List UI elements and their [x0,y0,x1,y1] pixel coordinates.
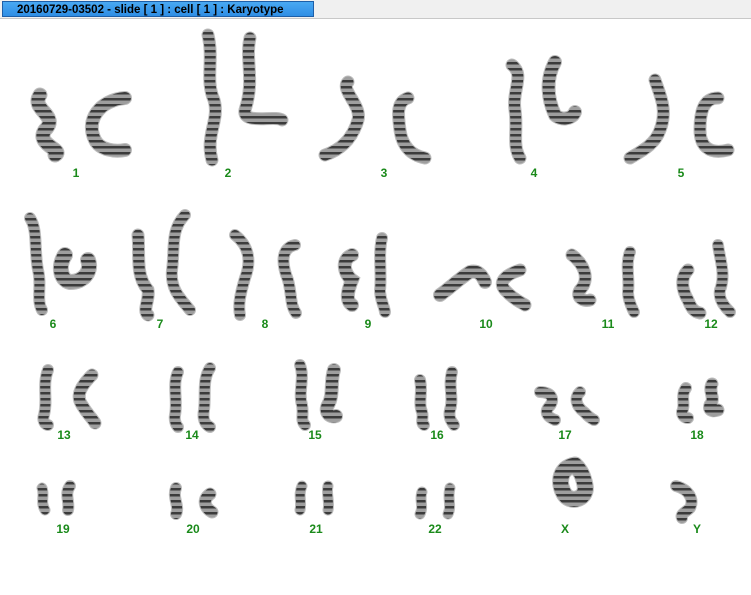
chromosome-label-6: 6 [49,317,57,331]
chromosome-14-homolog-1 [169,367,183,432]
chromosome-13 [37,364,102,431]
chromosome-label-11: 11 [601,317,615,331]
chromosome-label-7: 7 [156,317,164,331]
chromosome-label-1: 1 [72,166,80,180]
chromosome-label-4: 4 [530,166,538,180]
chromosome-21-homolog-2 [322,481,334,515]
chromosome-16-homolog-2 [444,367,459,430]
chromosome-label-17: 17 [558,428,572,442]
chromosome-21 [294,480,335,516]
chromosome-y-homolog-1 [671,481,697,523]
chromosome-label-12: 12 [704,317,718,331]
chromosome-1 [30,87,132,163]
chromosome-label-9: 9 [364,317,372,331]
chromosome-11-homolog-1 [566,249,596,306]
chromosome-10 [433,263,532,312]
chromosome-6-homolog-2 [53,248,96,290]
chromosome-5 [623,73,735,165]
chromosome-20 [168,482,219,520]
chromosome-9-homolog-1 [338,249,360,311]
chromosome-label-y: Y [692,522,702,536]
chromosome-16-homolog-1 [415,375,429,430]
chromosome-22-homolog-1 [415,487,427,519]
chromosome-19-homolog-2 [62,481,75,515]
chromosome-22-homolog-2 [443,483,455,519]
chromosome-6 [24,212,97,316]
chromosome-label-14: 14 [185,428,199,442]
chromosome-2 [201,28,289,167]
chromosome-8 [229,229,302,321]
chromosome-x [552,456,594,508]
chromosome-7 [131,209,196,322]
karyotype-window: 20160729-03502 - slide [ 1 ] : cell [ 1 … [0,0,751,595]
chromosome-5-homolog-1 [624,74,669,164]
chromosome-22 [414,482,456,520]
chromosome-11 [565,246,640,318]
chromosome-label-13: 13 [57,428,71,442]
chromosome-4-homolog-1 [506,59,526,164]
chromosome-5-homolog-2 [694,92,734,157]
chromosome-14 [168,362,216,433]
chromosome-15-homolog-1 [295,360,310,430]
chromosome-label-10: 10 [479,317,493,331]
chromosome-label-21: 21 [309,522,323,536]
chromosome-label-2: 2 [224,166,232,180]
chromosome-label-5: 5 [677,166,685,180]
chromosome-label-x: X [560,522,570,536]
chromosome-4-homolog-2 [542,56,581,125]
chromosome-label-3: 3 [380,166,388,180]
chromosome-9-homolog-2 [374,233,390,317]
window-title: 20160729-03502 - slide [ 1 ] : cell [ 1 … [17,4,284,16]
chromosome-label-22: 22 [428,522,442,536]
chromosome-x-homolog-1 [553,457,593,507]
chromosome-label-16: 16 [430,428,444,442]
chromosome-7-homolog-2 [166,210,195,315]
chromosome-17 [534,386,600,426]
chromosome-16 [414,366,460,431]
chromosome-y [670,480,698,524]
chromosome-10-homolog-2 [496,264,531,311]
chromosome-19 [36,480,76,516]
chromosome-18-homolog-1 [676,383,693,423]
chromosome-label-15: 15 [308,428,322,442]
window-title-tab[interactable]: 20160729-03502 - slide [ 1 ] : cell [ 1 … [2,1,314,17]
chromosome-3 [318,75,432,165]
chromosome-15 [294,359,343,431]
karyotype-panel: 1 2 3 4 5 6 7 8 9 10 11 12 13 14 15 16 17 18 19 20 21 22 X Y [0,20,751,595]
chromosome-20-homolog-1 [169,483,183,519]
title-strip: 20160729-03502 - slide [ 1 ] : cell [ 1 … [0,0,751,19]
chromosome-label-18: 18 [690,428,704,442]
chromosome-label-8: 8 [261,317,269,331]
chromosome-2-homolog-1 [202,29,221,166]
chromosome-4 [505,55,582,165]
chromosome-18 [675,377,725,424]
chromosome-9 [337,232,391,318]
chromosome-3-homolog-2 [392,92,431,164]
chromosome-label-19: 19 [56,522,70,536]
chromosome-label-20: 20 [186,522,200,536]
chromosome-13-homolog-1 [38,365,53,430]
chromosome-19-homolog-1 [37,483,50,515]
chromosome-21-homolog-1 [295,481,307,515]
chromosome-12 [676,239,736,320]
chromosome-11-homolog-2 [622,247,639,317]
karyogram-image [24,28,736,524]
chromosome-8-homolog-1 [230,230,254,320]
chromosome-2-homolog-2 [239,32,288,126]
chromosome-12-homolog-1 [677,264,706,319]
